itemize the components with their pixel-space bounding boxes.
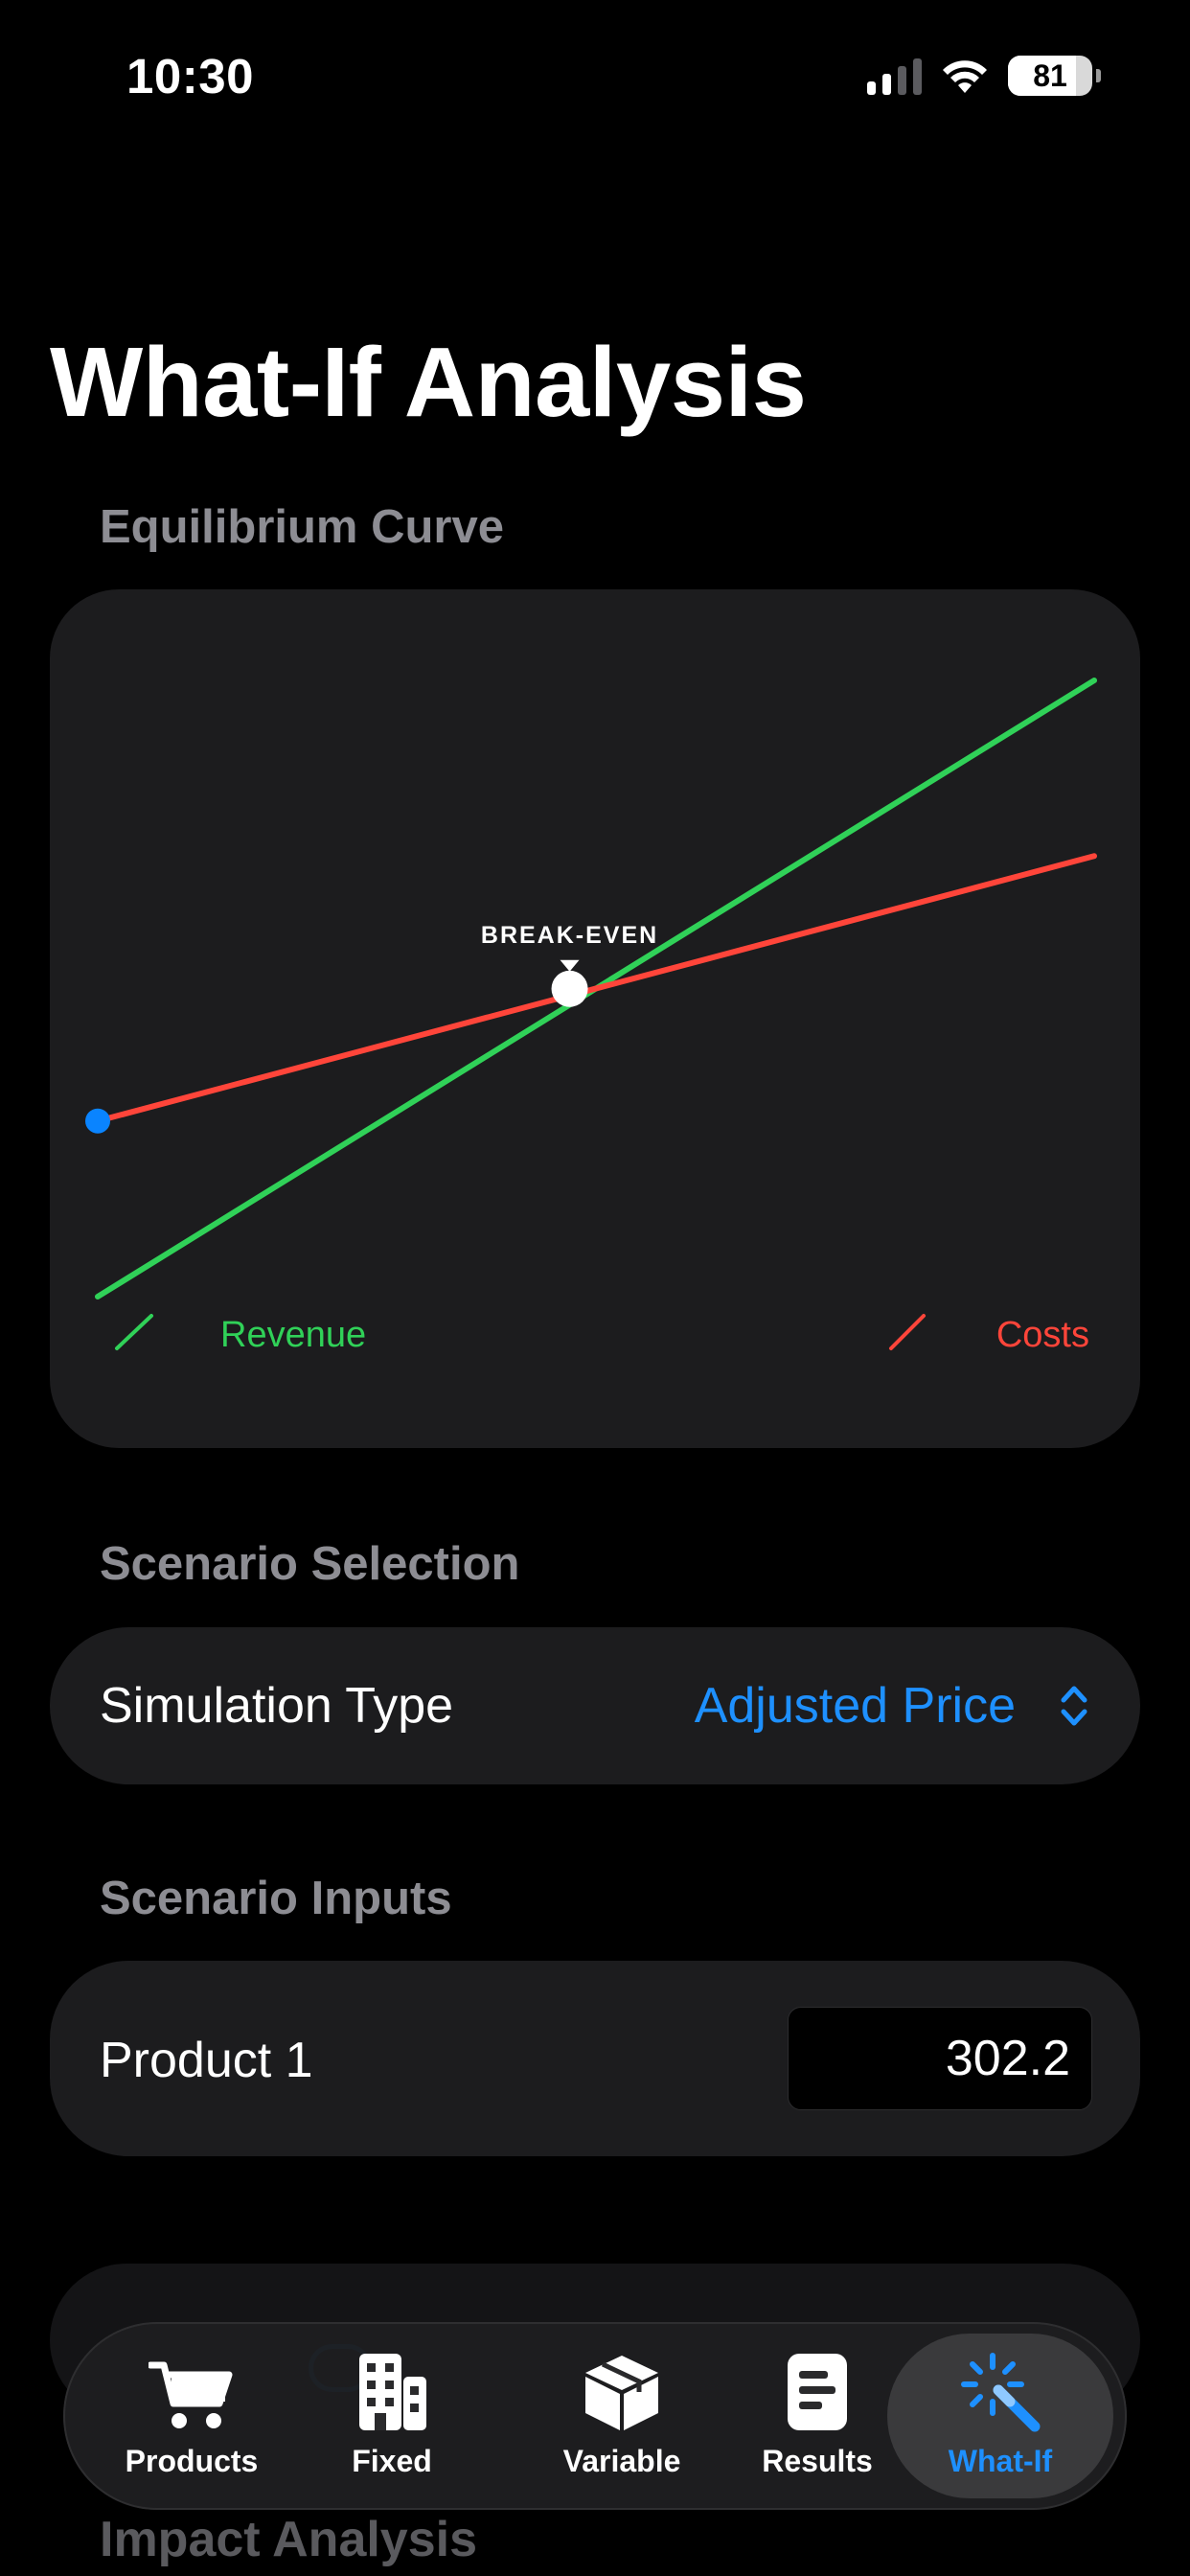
scenario-selection-label: Scenario Selection <box>100 1538 520 1590</box>
legend-revenue-swatch <box>115 1314 153 1350</box>
equilibrium-chart: BREAK-EVEN Revenue Costs <box>85 678 1097 1355</box>
battery-level: 81 <box>1033 58 1067 93</box>
tab-variable-label: Variable <box>562 2443 681 2478</box>
tab-fixed-label: Fixed <box>352 2443 432 2478</box>
product-value-field[interactable]: 302.2 <box>788 2007 1092 2110</box>
document-icon <box>788 2353 847 2430</box>
page-title: What-If Analysis <box>50 327 807 437</box>
magic-wand-icon <box>961 2352 1041 2431</box>
chart-section-label: Equilibrium Curve <box>100 501 505 553</box>
break-even-label: BREAK-EVEN <box>481 922 658 949</box>
legend-costs-label: Costs <box>996 1315 1089 1355</box>
tab-results[interactable]: Results <box>738 2322 897 2510</box>
chevron-up-down-icon <box>1061 1686 1087 1726</box>
break-even-point <box>551 970 588 1007</box>
tab-products[interactable]: Products <box>63 2322 320 2510</box>
tab-products-label: Products <box>125 2443 259 2478</box>
building-icon <box>359 2353 426 2430</box>
legend-revenue-label: Revenue <box>220 1315 366 1355</box>
status-indicators: 81 <box>867 56 1101 96</box>
product-input-label: Product 1 <box>100 2033 313 2088</box>
tab-what-if-label: What-If <box>948 2443 1053 2478</box>
status-time: 10:30 <box>126 49 254 104</box>
tab-variable[interactable]: Variable <box>542 2322 701 2510</box>
battery-icon: 81 <box>1008 56 1092 96</box>
tab-fixed[interactable]: Fixed <box>320 2322 464 2510</box>
wifi-icon <box>943 60 987 93</box>
cart-icon <box>149 2361 233 2428</box>
chart-card: BREAK-EVEN Revenue Costs <box>50 589 1140 1448</box>
tab-bar: Products Fixed Variable Results What-If <box>63 2322 1127 2510</box>
costs-start-point <box>85 1108 110 1134</box>
box-icon <box>585 2355 658 2430</box>
tab-what-if[interactable]: What-If <box>887 2322 1113 2510</box>
simulation-type-picker[interactable]: Adjusted Price <box>695 1677 1016 1735</box>
series-line-costs <box>95 853 1097 1124</box>
scenario-inputs-label: Scenario Inputs <box>100 1873 452 1924</box>
break-even-pointer <box>560 959 580 972</box>
simulation-type-label: Simulation Type <box>100 1678 454 1734</box>
legend-costs-swatch <box>889 1314 926 1350</box>
impact-section-label: Impact Analysis <box>100 2512 478 2567</box>
tab-results-label: Results <box>762 2443 873 2478</box>
cellular-signal-icon <box>867 57 922 95</box>
battery-tip <box>1096 69 1101 82</box>
simulation-type-row[interactable]: Simulation Type Adjusted Price <box>50 1627 1140 1784</box>
